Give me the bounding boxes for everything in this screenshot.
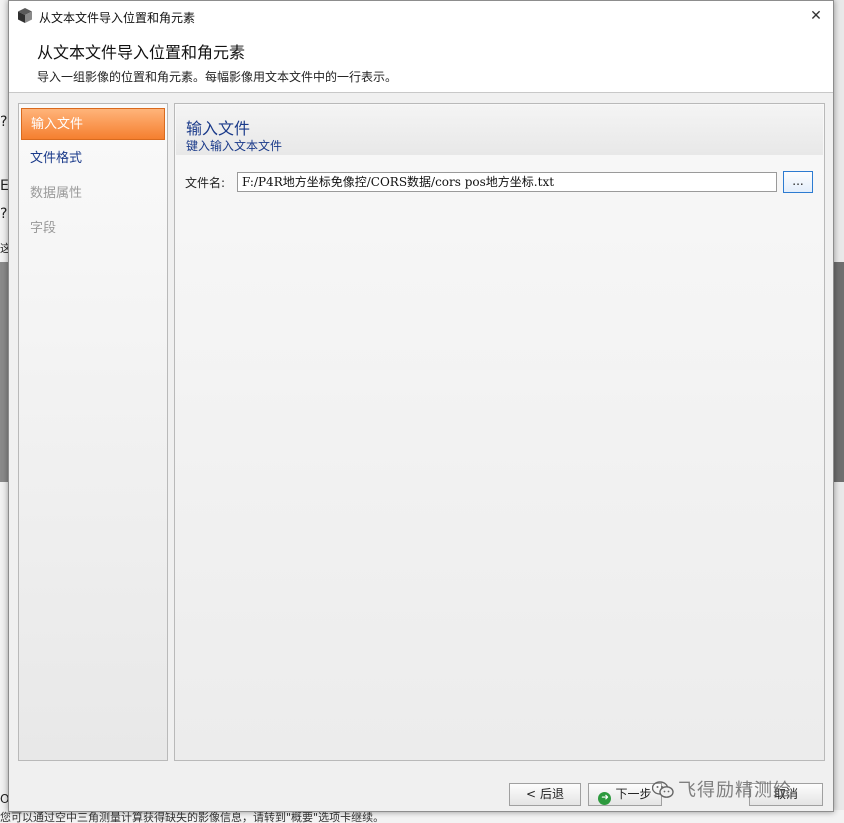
import-dialog: 从文本文件导入位置和角元素 ✕ 从文本文件导入位置和角元素 导入一组影像的位置和… — [8, 0, 834, 812]
header-title: 从文本文件导入位置和角元素 — [37, 43, 246, 62]
panel-title: 输入文件 — [186, 119, 251, 138]
title-bar: 从文本文件导入位置和角元素 ✕ — [9, 1, 833, 31]
background-status-text: 您可以通过空中三角测量计算获得缺失的影像信息，请转到"概要"选项卡继续。 — [0, 811, 385, 823]
nav-item-input-file[interactable]: 输入文件 — [21, 108, 165, 140]
nav-item-file-format[interactable]: 文件格式 — [21, 143, 165, 175]
back-button[interactable]: < 后退 — [509, 783, 581, 806]
panel-subtitle: 键入输入文本文件 — [186, 139, 283, 153]
cancel-button-label: 取消 — [773, 787, 798, 801]
file-name-input[interactable]: F:/P4R地方坐标免像控/CORS数据/cors pos地方坐标.txt — [237, 172, 777, 192]
window-title: 从文本文件导入位置和角元素 — [39, 11, 196, 25]
app-cube-icon — [18, 8, 32, 23]
background-char: ? — [0, 206, 8, 222]
chevron-left-icon: < — [525, 787, 537, 801]
close-icon[interactable]: ✕ — [805, 5, 827, 27]
nav-item-data-properties: 数据属性 — [30, 186, 83, 201]
input-file-panel: 输入文件 键入输入文本文件 文件名: F:/P4R地方坐标免像控/CORS数据/… — [174, 103, 825, 761]
header-description: 导入一组影像的位置和角元素。每幅影像用文本文件中的一行表示。 — [37, 70, 398, 84]
wizard-steps-nav: 输入文件 文件格式 数据属性 字段 — [18, 103, 168, 761]
back-button-label: 后退 — [540, 787, 565, 801]
wizard-header: 从文本文件导入位置和角元素 导入一组影像的位置和角元素。每幅影像用文本文件中的一… — [9, 31, 833, 93]
background-char: ? — [0, 114, 8, 130]
browse-button[interactable]: ... — [783, 171, 813, 193]
next-button-label: 下一步 — [615, 787, 652, 801]
go-arrow-icon: ➜ — [598, 792, 612, 805]
next-button[interactable]: ➜ 下一步 — [588, 783, 662, 806]
nav-item-fields: 字段 — [30, 221, 57, 236]
cancel-button[interactable]: 取消 — [749, 783, 823, 806]
file-name-label: 文件名: — [185, 176, 226, 190]
panel-header: 输入文件 键入输入文本文件 — [176, 105, 823, 155]
